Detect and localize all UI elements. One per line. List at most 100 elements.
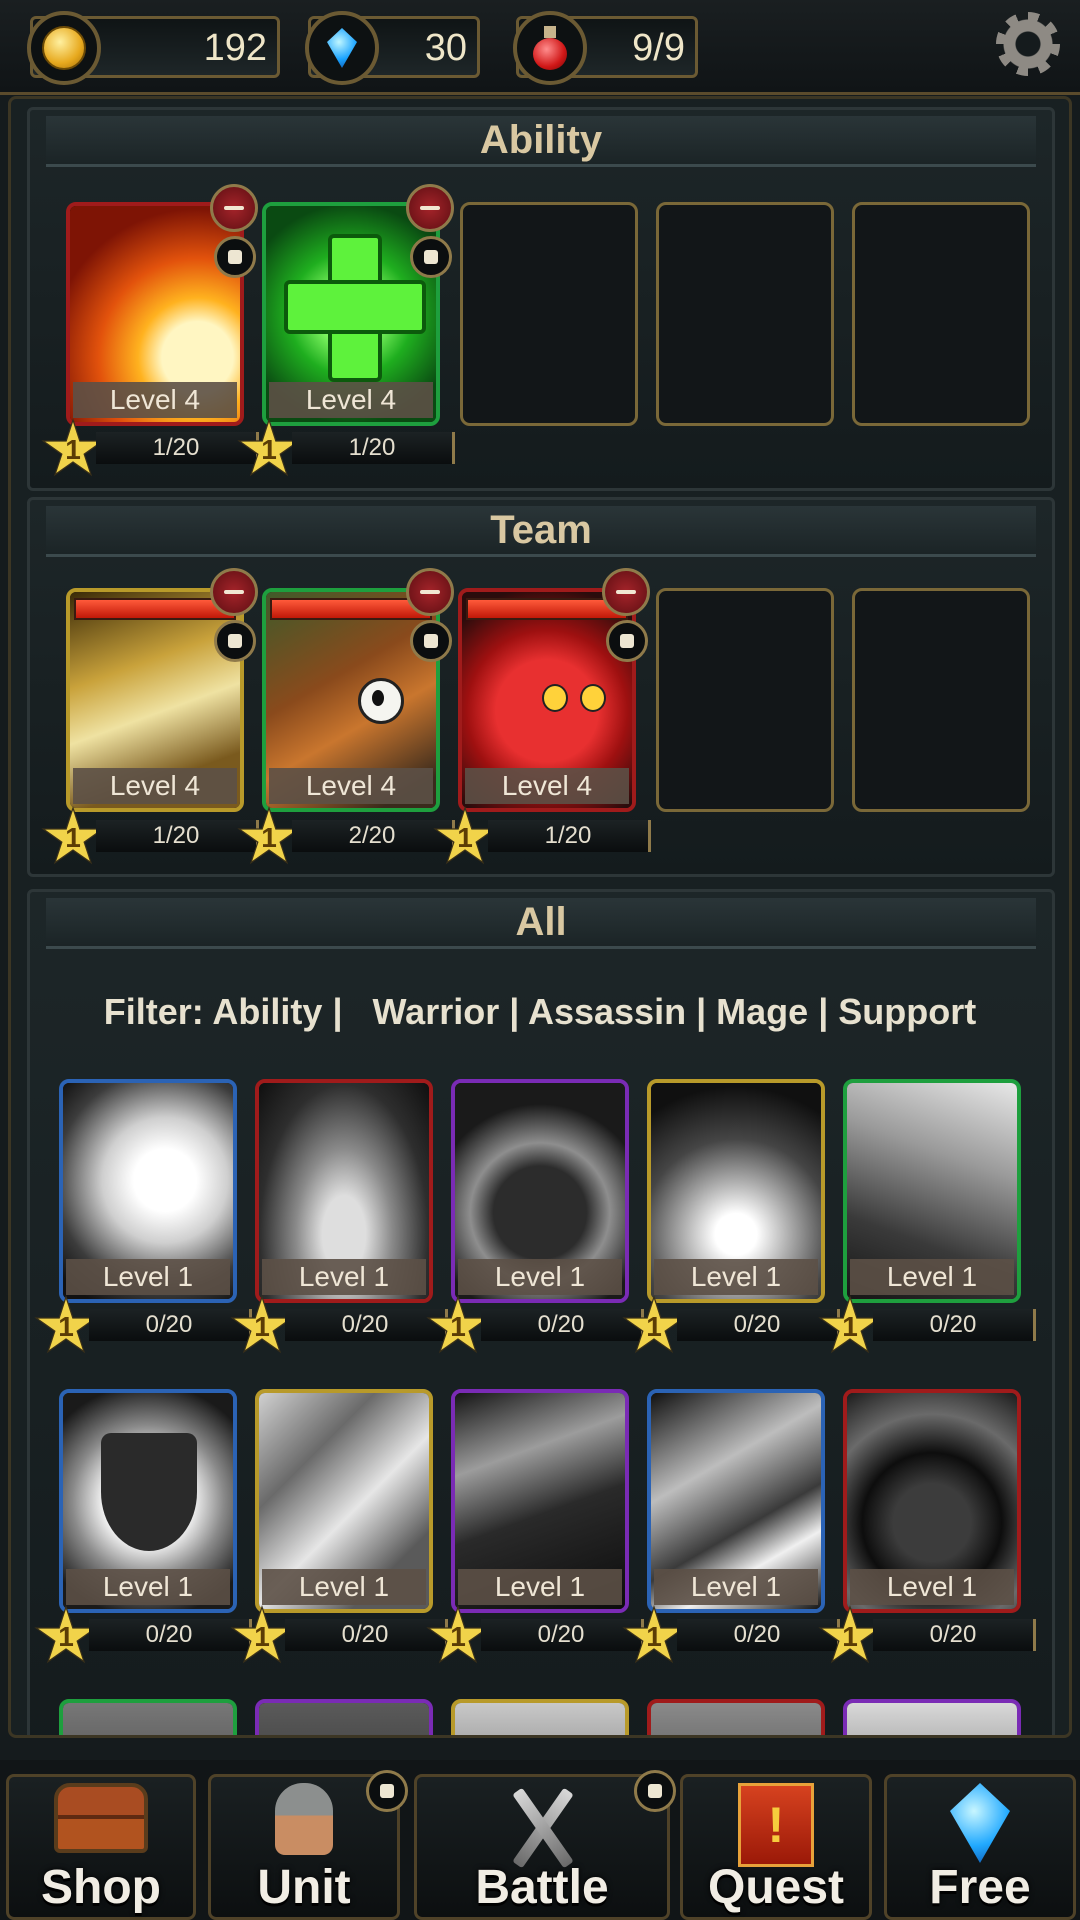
info-icon[interactable] xyxy=(410,620,452,662)
collection-frame: Ability Level 4 1 1/20 Level 4 1 1/20 Te… xyxy=(8,96,1072,1738)
empty-team-slot[interactable] xyxy=(656,588,834,812)
team-header: Team xyxy=(46,506,1036,557)
card-level: Level 1 xyxy=(654,1569,818,1605)
gold-value: 192 xyxy=(203,27,267,69)
info-icon[interactable] xyxy=(214,236,256,278)
card-level: Level 4 xyxy=(73,768,237,804)
card-level: Level 4 xyxy=(73,382,237,418)
all-card-dripping-blade[interactable]: Level 1 xyxy=(451,1389,629,1613)
team-card-brown-beast[interactable]: Level 4 xyxy=(262,588,440,812)
gem-counter: 30 xyxy=(305,11,480,85)
empty-ability-slot[interactable] xyxy=(460,202,638,426)
card-progress: 0/20 xyxy=(677,1619,840,1651)
empty-team-slot[interactable] xyxy=(852,588,1030,812)
card-progress: 1/20 xyxy=(292,432,455,464)
remove-icon[interactable] xyxy=(602,568,650,616)
all-card-shield[interactable]: Level 1 xyxy=(59,1389,237,1613)
all-card-spartan-helm[interactable]: Level 1 xyxy=(451,1079,629,1303)
filter-support[interactable]: Support xyxy=(838,991,976,1032)
blue-gem-icon xyxy=(950,1783,1010,1863)
all-card-partial[interactable] xyxy=(843,1699,1021,1735)
gear-icon[interactable] xyxy=(996,12,1060,76)
filter-assassin[interactable]: Assassin xyxy=(528,991,686,1032)
all-title: All xyxy=(515,900,567,944)
battle-tab[interactable]: Battle xyxy=(414,1774,670,1920)
free-label: Free xyxy=(929,1861,1031,1914)
empty-ability-slot[interactable] xyxy=(656,202,834,426)
card-progress: 1/20 xyxy=(96,820,259,852)
team-card-red-imp[interactable]: Level 4 xyxy=(458,588,636,812)
all-card-flame-burst[interactable]: Level 1 xyxy=(255,1079,433,1303)
quest-tab[interactable]: ! Quest xyxy=(680,1774,872,1920)
ability-card-fireball[interactable]: Level 4 xyxy=(66,202,244,426)
unit-label: Unit xyxy=(257,1861,351,1914)
all-card-slime-tentacle[interactable]: Level 1 xyxy=(843,1079,1021,1303)
treasure-chest-icon xyxy=(54,1783,148,1853)
gem-icon xyxy=(305,11,379,85)
filter-mage[interactable]: Mage xyxy=(716,991,808,1032)
shop-tab[interactable]: Shop xyxy=(6,1774,196,1920)
battle-label: Battle xyxy=(475,1861,609,1914)
filter-warrior[interactable]: Warrior xyxy=(373,991,500,1032)
info-icon[interactable] xyxy=(214,620,256,662)
card-level: Level 1 xyxy=(262,1259,426,1295)
star-rank-icon: 1 xyxy=(45,422,101,473)
notification-icon xyxy=(366,1770,408,1812)
all-header: All xyxy=(46,898,1036,949)
info-icon[interactable] xyxy=(606,620,648,662)
notification-icon xyxy=(634,1770,676,1812)
card-progress: 0/20 xyxy=(677,1309,840,1341)
card-progress: 0/20 xyxy=(873,1309,1036,1341)
team-title: Team xyxy=(490,508,592,552)
team-card-gold-knight[interactable]: Level 4 xyxy=(66,588,244,812)
card-level: Level 1 xyxy=(850,1259,1014,1295)
remove-icon[interactable] xyxy=(406,184,454,232)
card-level: Level 1 xyxy=(654,1259,818,1295)
card-progress: 0/20 xyxy=(285,1309,448,1341)
quest-label: Quest xyxy=(707,1861,845,1914)
filter-ability[interactable]: Ability xyxy=(212,991,322,1032)
card-level: Level 4 xyxy=(465,768,629,804)
potion-counter: 9/9 xyxy=(513,11,698,85)
ability-card-heal[interactable]: Level 4 xyxy=(262,202,440,426)
all-card-falling-rocks[interactable]: Level 1 xyxy=(647,1389,825,1613)
all-card-partial[interactable] xyxy=(59,1699,237,1735)
all-card-moon-orb[interactable]: Level 1 xyxy=(59,1079,237,1303)
all-card-dark-orbs[interactable]: Level 1 xyxy=(843,1389,1021,1613)
card-progress: 0/20 xyxy=(481,1309,644,1341)
all-card-partial[interactable] xyxy=(647,1699,825,1735)
potion-value: 9/9 xyxy=(632,27,685,69)
filter-bar: Filter: Ability | Warrior | Assassin | M… xyxy=(103,991,977,1032)
filter-label: Filter: xyxy=(103,991,204,1032)
soldier-helmet-icon xyxy=(275,1783,333,1855)
card-level: Level 1 xyxy=(262,1569,426,1605)
card-progress: 0/20 xyxy=(285,1619,448,1651)
card-level: Level 4 xyxy=(269,382,433,418)
ability-header: Ability xyxy=(46,116,1036,167)
card-progress: 1/20 xyxy=(488,820,651,852)
card-progress: 0/20 xyxy=(481,1619,644,1651)
card-level: Level 1 xyxy=(850,1569,1014,1605)
all-card-partial[interactable] xyxy=(255,1699,433,1735)
remove-icon[interactable] xyxy=(210,568,258,616)
quest-alert-icon: ! xyxy=(738,1783,814,1867)
gold-counter: 192 xyxy=(27,11,280,85)
all-card-spirit-light[interactable]: Level 1 xyxy=(647,1079,825,1303)
card-level: Level 1 xyxy=(66,1569,230,1605)
all-card-partial[interactable] xyxy=(451,1699,629,1735)
star-rank-icon: 1 xyxy=(45,810,101,861)
potion-icon xyxy=(513,11,587,85)
ability-title: Ability xyxy=(479,118,603,162)
card-level: Level 1 xyxy=(66,1259,230,1295)
shop-label: Shop xyxy=(41,1861,161,1914)
team-panel: Team Level 4 1 1/20 Level 4 1 2/20 Level… xyxy=(27,497,1055,877)
all-card-wind-swirl[interactable]: Level 1 xyxy=(255,1389,433,1613)
info-icon[interactable] xyxy=(410,236,452,278)
remove-icon[interactable] xyxy=(210,184,258,232)
empty-ability-slot[interactable] xyxy=(852,202,1030,426)
remove-icon[interactable] xyxy=(406,568,454,616)
card-progress: 0/20 xyxy=(873,1619,1036,1651)
free-tab[interactable]: Free xyxy=(884,1774,1076,1920)
card-progress: 0/20 xyxy=(89,1619,252,1651)
gem-value: 30 xyxy=(424,27,467,69)
